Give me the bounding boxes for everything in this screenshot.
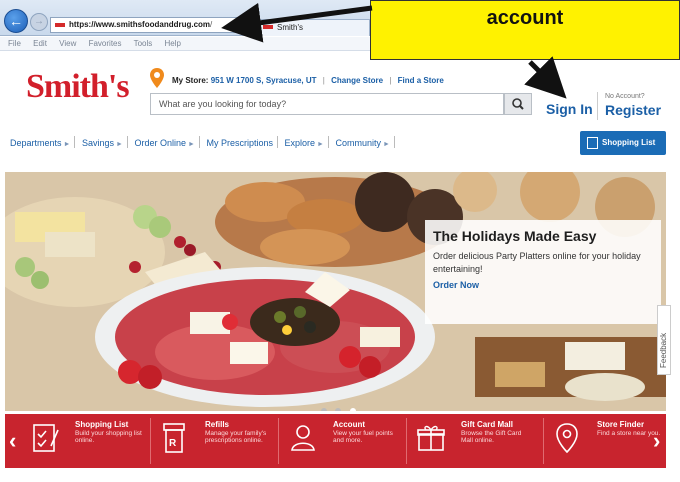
quick-desc: Build your shopping list online. (75, 430, 142, 444)
url-host: https://www.smithsfoodanddrug.com (69, 20, 211, 29)
nav-savings[interactable]: Savings ► (82, 138, 123, 148)
tab-title: Smith's (277, 23, 303, 32)
browser-tab[interactable]: Smith's (258, 19, 370, 36)
menu-tools[interactable]: Tools (134, 39, 153, 48)
carousel-dot[interactable] (335, 408, 342, 411)
search-button[interactable] (504, 93, 532, 115)
promo-text: Order delicious Party Platters online fo… (433, 251, 641, 274)
nav-departments[interactable]: Departments ► (10, 138, 70, 148)
find-store-link[interactable]: Find a Store (398, 76, 444, 85)
quick-divider (543, 418, 544, 464)
gift-card-icon (417, 425, 445, 451)
quick-divider (150, 418, 151, 464)
url-path: / (210, 20, 213, 29)
search-icon (512, 98, 524, 110)
prescription-icon: R (163, 423, 185, 453)
quick-title: Shopping List (75, 420, 129, 429)
search-input[interactable]: What are you looking for today? (150, 93, 504, 115)
hero-banner[interactable]: The Holidays Made Easy Order delicious P… (5, 172, 666, 411)
quick-link-shopping-list[interactable]: Shopping List Build your shopping list o… (31, 418, 142, 464)
main-nav: Departments ► Savings ► Order Online ► My P… (10, 136, 399, 148)
carousel-dot[interactable] (321, 408, 327, 411)
quick-title: Gift Card Mall (461, 420, 514, 429)
user-icon (291, 425, 315, 451)
annotation-callout: account (370, 0, 680, 60)
carousel-dots (321, 401, 360, 411)
quick-link-account[interactable]: Account View your fuel points and more. (289, 418, 399, 464)
quick-title: Account (333, 420, 365, 429)
my-store-label: My Store: (172, 76, 209, 85)
menu-favorites[interactable]: Favorites (89, 39, 122, 48)
menu-edit[interactable]: Edit (33, 39, 47, 48)
shopping-list-button[interactable]: Shopping List (580, 131, 666, 155)
location-pin-icon (150, 68, 164, 88)
change-store-link[interactable]: Change Store (331, 76, 383, 85)
header-divider (597, 92, 598, 120)
list-icon (587, 137, 598, 149)
quick-divider (278, 418, 279, 464)
carousel-dot-active[interactable] (349, 408, 356, 411)
menu-file[interactable]: File (8, 39, 21, 48)
site-favicon-icon (55, 23, 65, 27)
quick-divider (406, 418, 407, 464)
page: ← → https://www.smithsfoodanddrug.com/ S… (0, 0, 680, 482)
register-link[interactable]: Register (605, 102, 661, 118)
nav-my-prescriptions[interactable]: My Prescriptions (206, 138, 273, 148)
feedback-label: Feedback (659, 332, 668, 368)
menu-view[interactable]: View (59, 39, 76, 48)
nav-community[interactable]: Community ► (335, 138, 389, 148)
quick-link-refills[interactable]: R Refills Manage your family's prescript… (161, 418, 271, 464)
promo-title: The Holidays Made Easy (433, 228, 597, 244)
checklist-icon (33, 424, 59, 452)
chevron-right-icon[interactable]: › (653, 428, 660, 454)
arrow-to-sign-in (524, 56, 567, 99)
nav-order-online[interactable]: Order Online ► (134, 138, 194, 148)
tab-favicon-icon (263, 25, 273, 29)
quick-link-gift-card-mall[interactable]: Gift Card Mall Browse the Gift Card Mall… (417, 418, 537, 464)
quick-link-store-finder[interactable]: Store Finder Find a store near you. (553, 418, 660, 464)
no-account-label: No Account? (605, 93, 645, 100)
feedback-tab[interactable]: Feedback (657, 305, 671, 375)
svg-text:R: R (169, 438, 177, 449)
callout-text: account (486, 7, 564, 29)
smiths-logo[interactable]: Smith's (26, 68, 130, 106)
quick-title: Store Finder (597, 420, 645, 429)
sign-in-link[interactable]: Sign In (546, 101, 593, 117)
order-now-link[interactable]: Order Now (433, 280, 653, 290)
quick-desc: Manage your family's prescriptions onlin… (205, 430, 267, 444)
quick-desc: Browse the Gift Card Mall online. (461, 430, 522, 444)
chevron-left-icon[interactable]: ‹ (9, 428, 16, 454)
store-address-link[interactable]: 951 W 1700 S, Syracuse, UT (211, 76, 317, 85)
quick-title: Refills (205, 420, 230, 429)
my-store-line: My Store: 951 W 1700 S, Syracuse, UT | C… (172, 76, 444, 85)
menu-help[interactable]: Help (165, 39, 181, 48)
back-icon[interactable]: ← (4, 9, 28, 33)
address-bar[interactable]: https://www.smithsfoodanddrug.com/ (50, 17, 256, 33)
nav-explore[interactable]: Explore ► (284, 138, 323, 148)
forward-icon[interactable]: → (30, 13, 48, 31)
quick-links-bar: ‹ Shopping List Build your shopping list… (5, 414, 666, 468)
promo-card: The Holidays Made Easy Order delicious P… (425, 220, 661, 324)
quick-desc: View your fuel points and more. (333, 430, 393, 444)
map-pin-icon (556, 423, 578, 454)
